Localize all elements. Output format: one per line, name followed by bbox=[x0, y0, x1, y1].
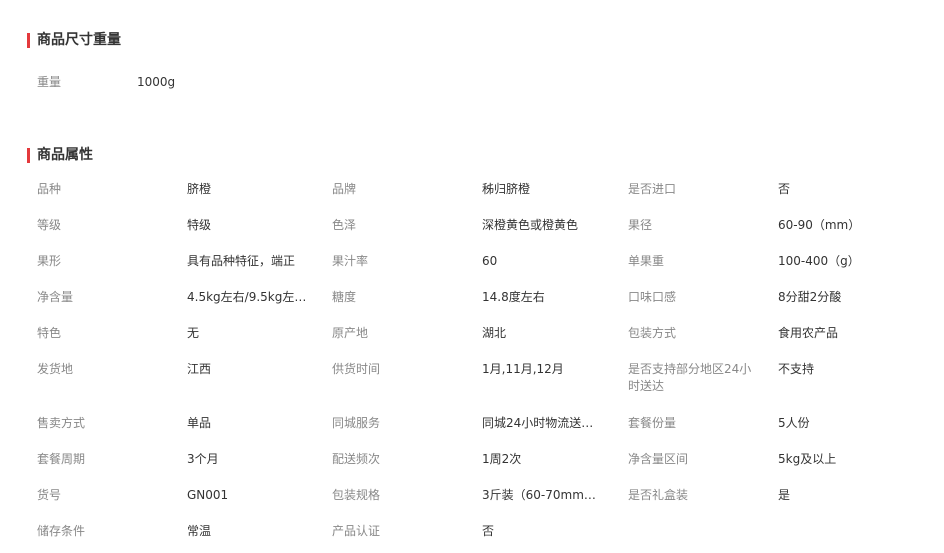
attribute-label: 品牌 bbox=[332, 182, 357, 196]
attribute-label: 口味口感 bbox=[628, 290, 677, 304]
attribute-label: 果汁率 bbox=[332, 254, 369, 268]
attribute-value: 不支持 bbox=[778, 362, 815, 376]
attribute-value: 无 bbox=[187, 326, 200, 340]
attribute-label: 品种 bbox=[37, 182, 62, 196]
attribute-value: 常温 bbox=[187, 524, 212, 538]
attribute-label: 果径 bbox=[628, 218, 653, 232]
attribute-value: 同城24小时物流送货... bbox=[482, 416, 602, 430]
attribute-label: 货号 bbox=[37, 488, 62, 502]
attribute-label: 是否礼盒装 bbox=[628, 488, 689, 502]
attribute-label: 包装规格 bbox=[332, 488, 381, 502]
attribute-value: 60 bbox=[482, 254, 498, 268]
size-weight-title: 商品尺寸重量 bbox=[37, 32, 121, 48]
attribute-label: 果形 bbox=[37, 254, 62, 268]
attribute-label: 套餐周期 bbox=[37, 452, 86, 466]
attribute-value: 否 bbox=[778, 182, 791, 196]
attribute-label: 特色 bbox=[37, 326, 62, 340]
attribute-value: 是 bbox=[778, 488, 791, 502]
attribute-value: 1月,11月,12月 bbox=[482, 362, 564, 376]
attribute-label: 售卖方式 bbox=[37, 416, 86, 430]
attribute-value: 江西 bbox=[187, 362, 212, 376]
attribute-label: 原产地 bbox=[332, 326, 369, 340]
attribute-label: 是否支持部分地区24小时送达 bbox=[628, 362, 752, 393]
attribute-value: 60-90（mm） bbox=[778, 218, 861, 232]
attribute-label: 是否进口 bbox=[628, 182, 677, 196]
attribute-value: 100-400（g） bbox=[778, 254, 860, 268]
attribute-value: 否 bbox=[482, 524, 495, 538]
attribute-label: 色泽 bbox=[332, 218, 357, 232]
size-weight-heading: 商品尺寸重量 bbox=[27, 31, 121, 49]
attribute-value: 4.5kg左右/9.5kg左右/... bbox=[187, 290, 312, 304]
attribute-value: 食用农产品 bbox=[778, 326, 839, 340]
attribute-label: 套餐份量 bbox=[628, 416, 677, 430]
attributes-title: 商品属性 bbox=[37, 147, 93, 163]
attribute-label: 同城服务 bbox=[332, 416, 381, 430]
attribute-value: 秭归脐橙 bbox=[482, 182, 531, 196]
attribute-value: 1周2次 bbox=[482, 452, 522, 466]
attribute-label: 发货地 bbox=[37, 362, 74, 376]
weight-label: 重量 bbox=[37, 75, 62, 89]
attribute-value: 单品 bbox=[187, 416, 212, 430]
attribute-label: 等级 bbox=[37, 218, 62, 232]
attribute-label: 净含量 bbox=[37, 290, 74, 304]
attribute-value: 3个月 bbox=[187, 452, 219, 466]
attribute-value: 5kg及以上 bbox=[778, 452, 837, 466]
attribute-label: 产品认证 bbox=[332, 524, 381, 538]
attribute-label: 储存条件 bbox=[37, 524, 86, 538]
attribute-value: 5人份 bbox=[778, 416, 810, 430]
weight-value: 1000g bbox=[137, 75, 176, 89]
attribute-value: 具有品种特征，端正 bbox=[187, 254, 296, 268]
attribute-value: 脐橙 bbox=[187, 182, 212, 196]
attribute-label: 净含量区间 bbox=[628, 452, 689, 466]
attributes-heading: 商品属性 bbox=[27, 146, 93, 164]
attribute-value: 8分甜2分酸 bbox=[778, 290, 842, 304]
attribute-label: 供货时间 bbox=[332, 362, 381, 376]
attribute-label: 配送频次 bbox=[332, 452, 381, 466]
heading-accent-bar bbox=[27, 147, 30, 163]
attribute-value: 深橙黄色或橙黄色 bbox=[482, 218, 579, 232]
attribute-value: 3斤装（60-70mm）... bbox=[482, 488, 602, 502]
heading-accent-bar bbox=[27, 32, 30, 48]
attribute-value: GN001 bbox=[187, 488, 229, 502]
attribute-value: 14.8度左右 bbox=[482, 290, 545, 304]
attribute-value: 特级 bbox=[187, 218, 212, 232]
attribute-label: 糖度 bbox=[332, 290, 357, 304]
attribute-label: 包装方式 bbox=[628, 326, 677, 340]
attribute-label: 单果重 bbox=[628, 254, 665, 268]
attribute-value: 湖北 bbox=[482, 326, 507, 340]
